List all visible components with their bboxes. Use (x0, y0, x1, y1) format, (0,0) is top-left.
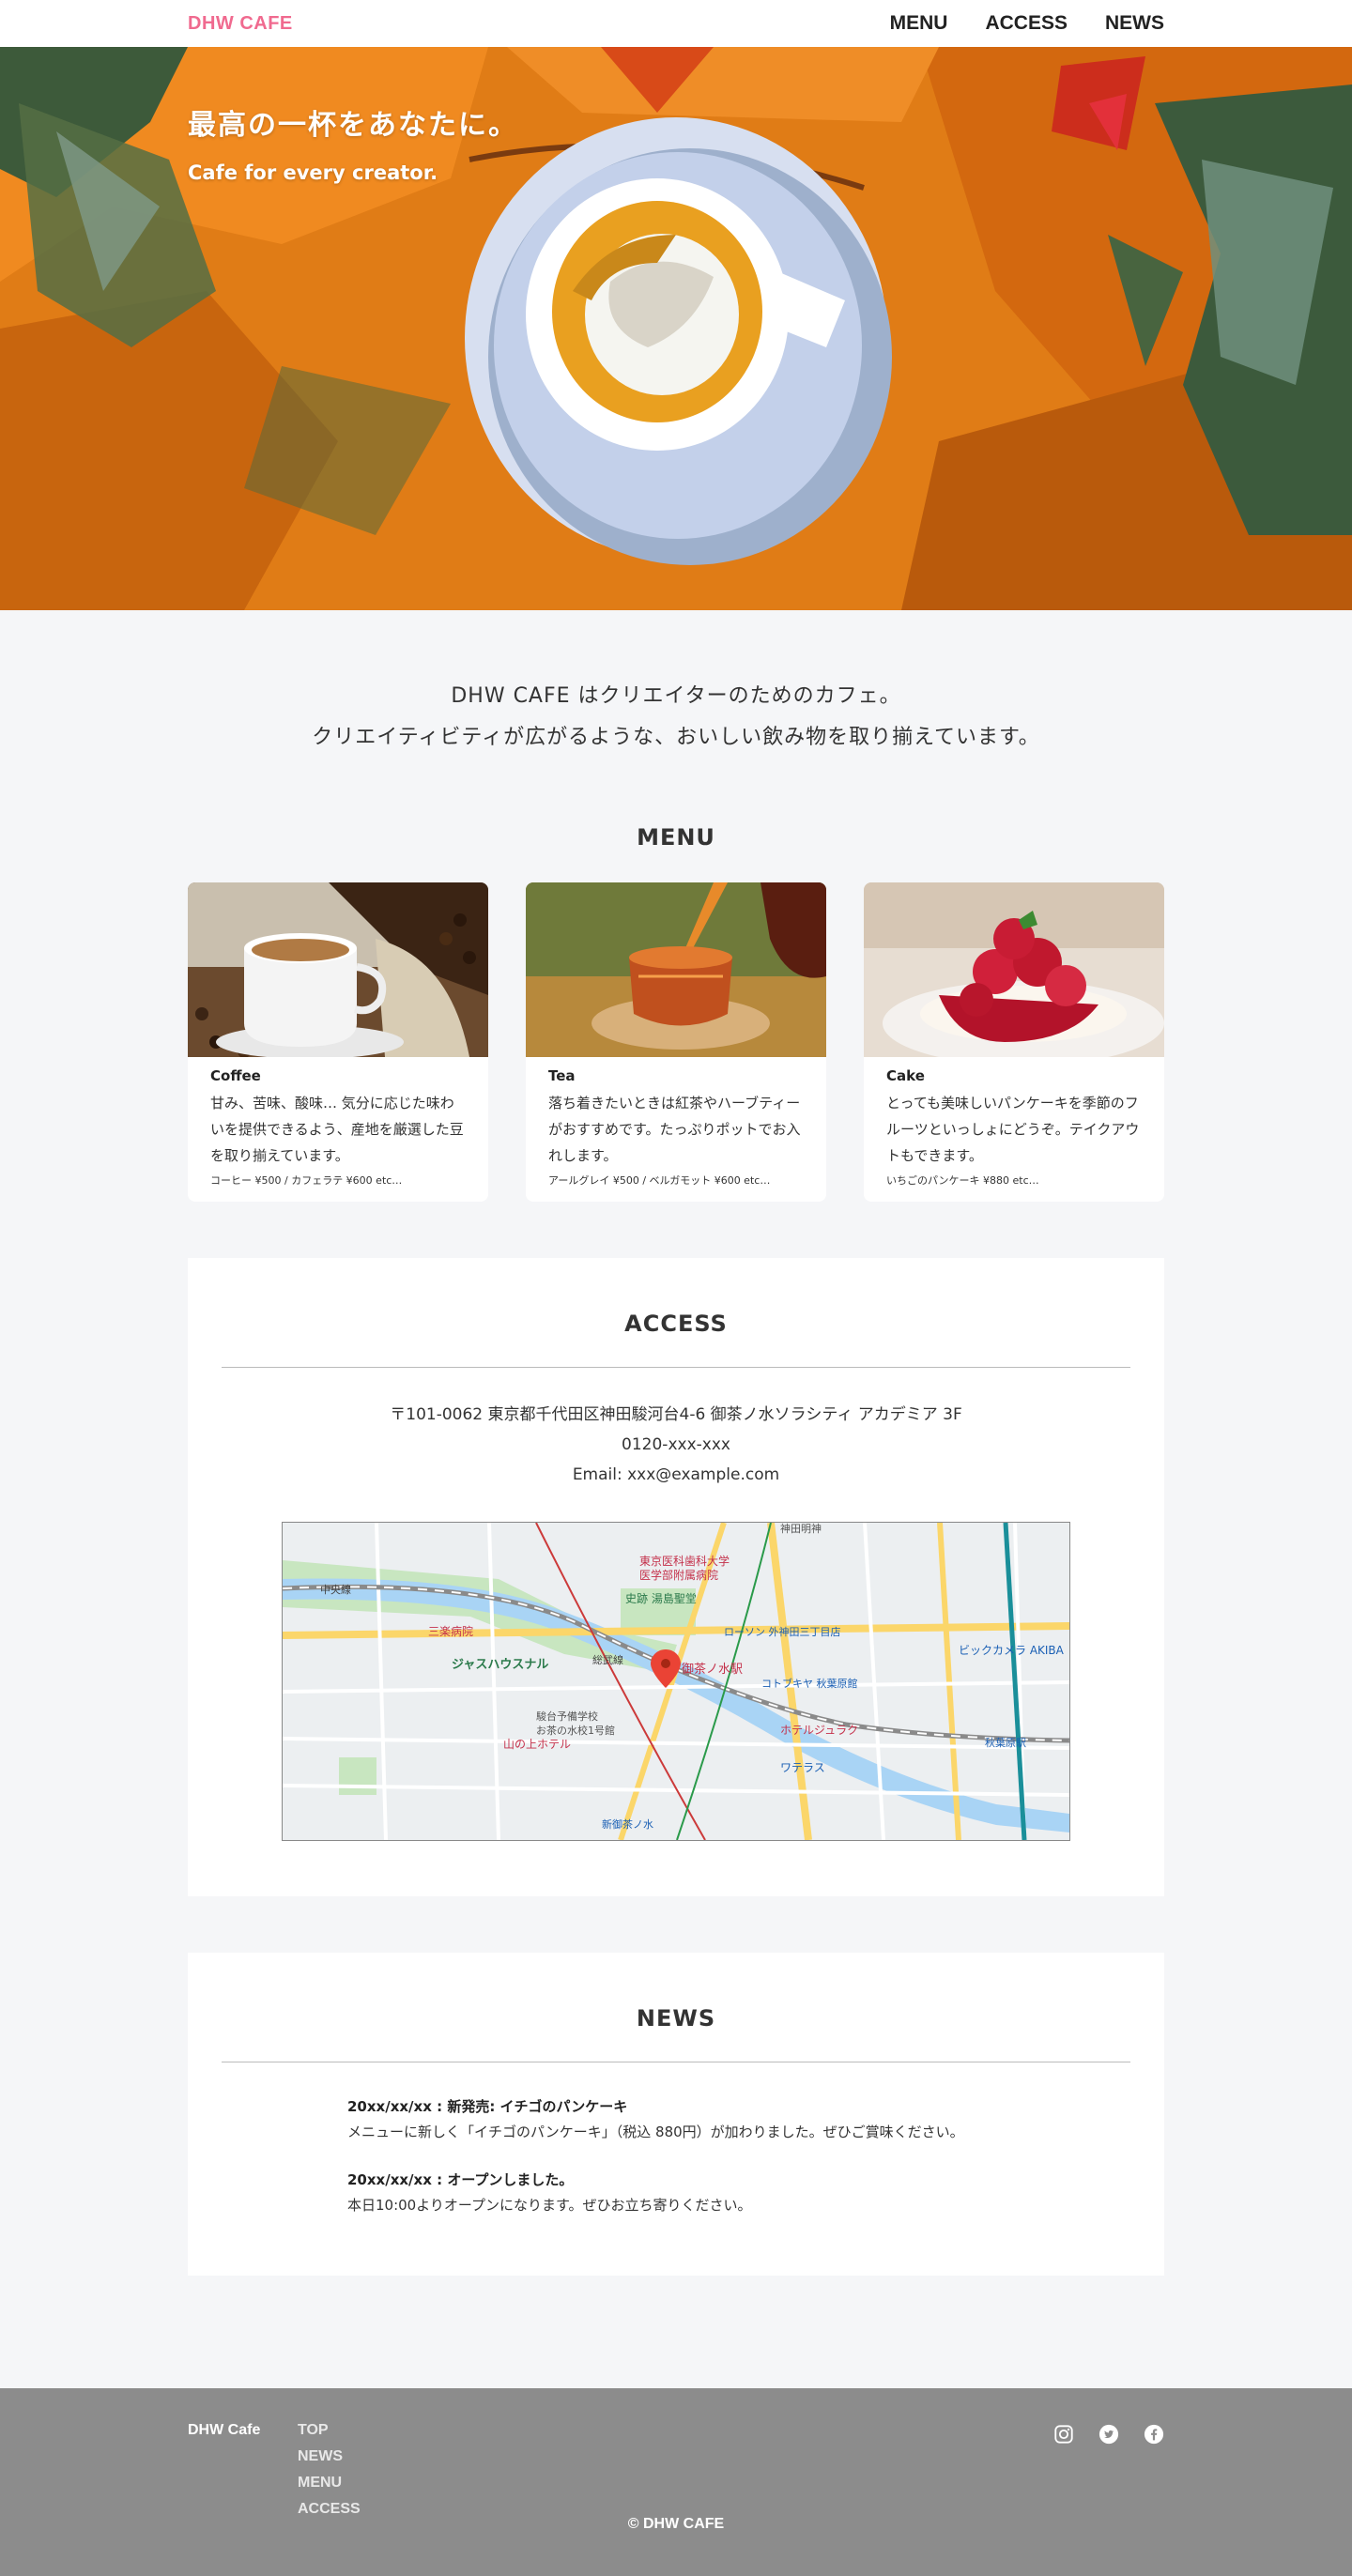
news-item-text: 本日10:00よりオープンになります。ぜひお立ち寄りください。 (347, 2197, 752, 2214)
embedded-map[interactable]: 東京医科歯科大学 医学部附属病院 史跡 湯島聖堂 御茶ノ水駅 ジャスハウスナル … (282, 1522, 1070, 1841)
menu-item-name: Cake (886, 1067, 925, 1084)
menu-item-desc: とっても美味しいパンケーキを季節のフルーツといっしょにどうぞ。テイクアウトもでき… (886, 1095, 1140, 1164)
svg-text:神田明神: 神田明神 (780, 1523, 822, 1535)
menu-item-name: Tea (548, 1067, 576, 1084)
hero-subtitle: Cafe for every creator. (188, 161, 438, 184)
svg-text:ビックカメラ AKIBA: ビックカメラ AKIBA (959, 1644, 1065, 1657)
address: 〒101-0062 東京都千代田区神田駿河台4-6 御茶ノ水ソラシティ アカデミ… (390, 1405, 962, 1424)
social-links (1053, 2424, 1164, 2445)
site-header: DHW CAFE MENU ACCESS NEWS (0, 0, 1352, 47)
news-item-text: メニューに新しく「イチゴのパンケーキ」（税込 880円）が加わりました。ぜひご賞… (347, 2124, 964, 2140)
svg-text:ローソン 外神田三丁目店: ローソン 外神田三丁目店 (724, 1625, 841, 1638)
footer-nav: TOP NEWS MENU ACCESS (298, 2422, 361, 2518)
intro: DHW CAFE はクリエイターのためのカフェ。 クリエイティビティが広がるよう… (0, 610, 1352, 759)
svg-text:ワテラス: ワテラス (780, 1761, 825, 1774)
facebook-icon[interactable] (1144, 2424, 1164, 2445)
svg-text:秋葉原駅: 秋葉原駅 (985, 1736, 1026, 1749)
twitter-icon[interactable] (1098, 2424, 1119, 2445)
divider (222, 1367, 1130, 1368)
svg-text:医学部附属病院: 医学部附属病院 (639, 1568, 718, 1582)
news-title: NEWS (636, 2005, 716, 2032)
menu-item-price: コーヒー ¥500 / カフェラテ ¥600 etc… (210, 1174, 403, 1187)
svg-text:新御茶ノ水: 新御茶ノ水 (602, 1817, 653, 1831)
svg-text:ホテルジュラク: ホテルジュラク (780, 1724, 858, 1737)
menu-card-tea: Tea 落ち着きたいときは紅茶やハーブティーがおすすめです。たっぷりポットでお入… (526, 882, 826, 1202)
hero-title: 最高の一杯をあなたに。 (188, 109, 518, 142)
svg-text:ジャスハウスナル: ジャスハウスナル (452, 1658, 548, 1672)
footer-link-news[interactable]: NEWS (298, 2448, 361, 2465)
nav-menu[interactable]: MENU (890, 12, 948, 35)
menu-item-desc: 落ち着きたいときは紅茶やハーブティーがおすすめです。たっぷりポットでお入れします… (548, 1095, 801, 1164)
intro-line-2: クリエイティビティが広がるような、おいしい飲み物を取り揃えています。 (312, 726, 1040, 749)
svg-text:駿台予備学校: 駿台予備学校 (536, 1710, 598, 1723)
footer-link-top[interactable]: TOP (298, 2422, 361, 2439)
menu-title: MENU (637, 824, 715, 851)
map-canvas[interactable]: 東京医科歯科大学 医学部附属病院 史跡 湯島聖堂 御茶ノ水駅 ジャスハウスナル … (283, 1523, 1069, 1840)
news-list: 20xx/xx/xx : 新発売: イチゴのパンケーキ メニューに新しく「イチゴ… (347, 2096, 1005, 2215)
access-info: 〒101-0062 東京都千代田区神田駿河台4-6 御茶ノ水ソラシティ アカデミ… (188, 1400, 1164, 1490)
news-item: 20xx/xx/xx : オープンしました。 本日10:00よりオープンになりま… (347, 2170, 1005, 2215)
access-title: ACCESS (624, 1311, 728, 1337)
svg-text:御茶ノ水駅: 御茶ノ水駅 (682, 1662, 743, 1677)
news-section: NEWS 20xx/xx/xx : 新発売: イチゴのパンケーキ メニューに新し… (188, 1953, 1164, 2276)
svg-text:総武線: 総武線 (592, 1653, 623, 1666)
menu-item-name: Coffee (210, 1067, 261, 1084)
svg-text:お茶の水校1号館: お茶の水校1号館 (536, 1724, 615, 1737)
hero-copy: 最高の一杯をあなたに。 Cafe for every creator. (188, 101, 518, 184)
map-label: 東京医科歯科大学 (639, 1554, 730, 1568)
access-section: ACCESS 〒101-0062 東京都千代田区神田駿河台4-6 御茶ノ水ソラシ… (188, 1258, 1164, 1896)
copyright: © DHW CAFE (627, 2516, 725, 2532)
menu-item-price: アールグレイ ¥500 / ベルガモット ¥600 etc… (548, 1174, 771, 1187)
menu-card-cake: Cake とっても美味しいパンケーキを季節のフルーツといっしょにどうぞ。テイクア… (864, 882, 1164, 1202)
menu-item-price: いちごのパンケーキ ¥880 etc… (886, 1174, 1039, 1187)
phone-number: 0120-xxx-xxx (622, 1435, 730, 1454)
instagram-icon[interactable] (1053, 2424, 1074, 2445)
main-nav: MENU ACCESS NEWS (890, 12, 1164, 35)
site-logo[interactable]: DHW CAFE (188, 13, 293, 35)
menu-item-desc: 甘み、苦味、酸味… 気分に応じた味わいを提供できるよう、産地を厳選した豆を取り揃… (210, 1095, 464, 1164)
nav-access[interactable]: ACCESS (985, 12, 1068, 35)
svg-text:中央線: 中央線 (320, 1583, 351, 1596)
news-item-heading: 20xx/xx/xx : オープンしました。 (347, 2171, 574, 2188)
footer-brand: DHW Cafe (188, 2422, 261, 2438)
email: Email: xxx@example.com (572, 1465, 780, 1484)
coffee-photo (188, 882, 488, 1057)
nav-news[interactable]: NEWS (1105, 12, 1164, 35)
intro-line-1: DHW CAFE はクリエイターのためのカフェ。 (451, 684, 901, 708)
svg-text:三楽病院: 三楽病院 (428, 1624, 473, 1638)
svg-text:史跡 湯島聖堂: 史跡 湯島聖堂 (625, 1591, 697, 1605)
svg-text:山の上ホテル: 山の上ホテル (503, 1738, 571, 1751)
menu-card-coffee: Coffee 甘み、苦味、酸味… 気分に応じた味わいを提供できるよう、産地を厳選… (188, 882, 488, 1202)
site-footer: DHW Cafe TOP NEWS MENU ACCESS © DHW CAFE (0, 2388, 1352, 2576)
svg-text:コトブキヤ 秋葉原館: コトブキヤ 秋葉原館 (761, 1677, 858, 1690)
footer-link-menu[interactable]: MENU (298, 2475, 361, 2492)
hero: 最高の一杯をあなたに。 Cafe for every creator. (0, 47, 1352, 610)
news-item: 20xx/xx/xx : 新発売: イチゴのパンケーキ メニューに新しく「イチゴ… (347, 2096, 1005, 2141)
menu-cards: Coffee 甘み、苦味、酸味… 気分に応じた味わいを提供できるよう、産地を厳選… (188, 882, 1164, 1202)
tea-photo (526, 882, 826, 1057)
news-item-heading: 20xx/xx/xx : 新発売: イチゴのパンケーキ (347, 2098, 628, 2115)
menu-section: MENU Coffee 甘み、苦味、酸味… 気分に応じた味わいを提供できるよう、… (188, 824, 1164, 1202)
cake-photo (864, 882, 1164, 1057)
